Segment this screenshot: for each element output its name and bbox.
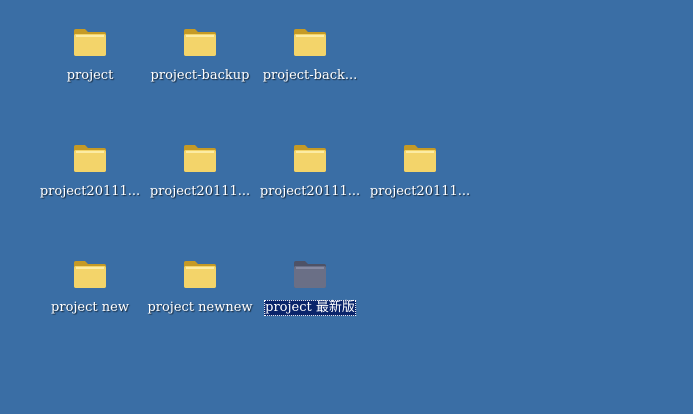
desktop-icon-project20111-d[interactable]: project20111... [365, 140, 475, 200]
desktop-icon-project-latest[interactable]: project 最新版 [255, 256, 365, 316]
desktop-icon-label[interactable]: project-backup [150, 68, 251, 84]
desktop-icon-label[interactable]: project new [50, 300, 130, 316]
folder-icon [72, 256, 108, 290]
desktop-icon-project[interactable]: project [35, 24, 145, 84]
desktop-icon-label[interactable]: project newnew [146, 300, 253, 316]
desktop-icon-project20111-c[interactable]: project20111... [255, 140, 365, 200]
folder-icon [292, 256, 328, 290]
desktop-icon-project20111-a[interactable]: project20111... [35, 140, 145, 200]
desktop-icon-project-new[interactable]: project new [35, 256, 145, 316]
folder-icon [292, 140, 328, 174]
folder-icon [182, 24, 218, 58]
folder-icon [402, 140, 438, 174]
desktop-icon-label[interactable]: project [66, 68, 115, 84]
desktop-icon-project20111-b[interactable]: project20111... [145, 140, 255, 200]
folder-icon [182, 256, 218, 290]
folder-icon [182, 140, 218, 174]
desktop-icon-label[interactable]: project-back... [262, 68, 359, 84]
desktop-icon-label[interactable]: project20111... [259, 184, 361, 200]
desktop-icon-project-backup[interactable]: project-backup [145, 24, 255, 84]
desktop-icon-project-newnew[interactable]: project newnew [145, 256, 255, 316]
desktop-icon-label[interactable]: project 最新版 [264, 300, 356, 316]
desktop-icon-project-back[interactable]: project-back... [255, 24, 365, 84]
desktop-icon-label[interactable]: project20111... [369, 184, 471, 200]
desktop-icon-label[interactable]: project20111... [39, 184, 141, 200]
folder-icon [72, 140, 108, 174]
folder-icon [292, 24, 328, 58]
folder-icon [72, 24, 108, 58]
desktop-icon-label[interactable]: project20111... [149, 184, 251, 200]
desktop[interactable]: project project-backup project-back... p… [0, 0, 693, 414]
